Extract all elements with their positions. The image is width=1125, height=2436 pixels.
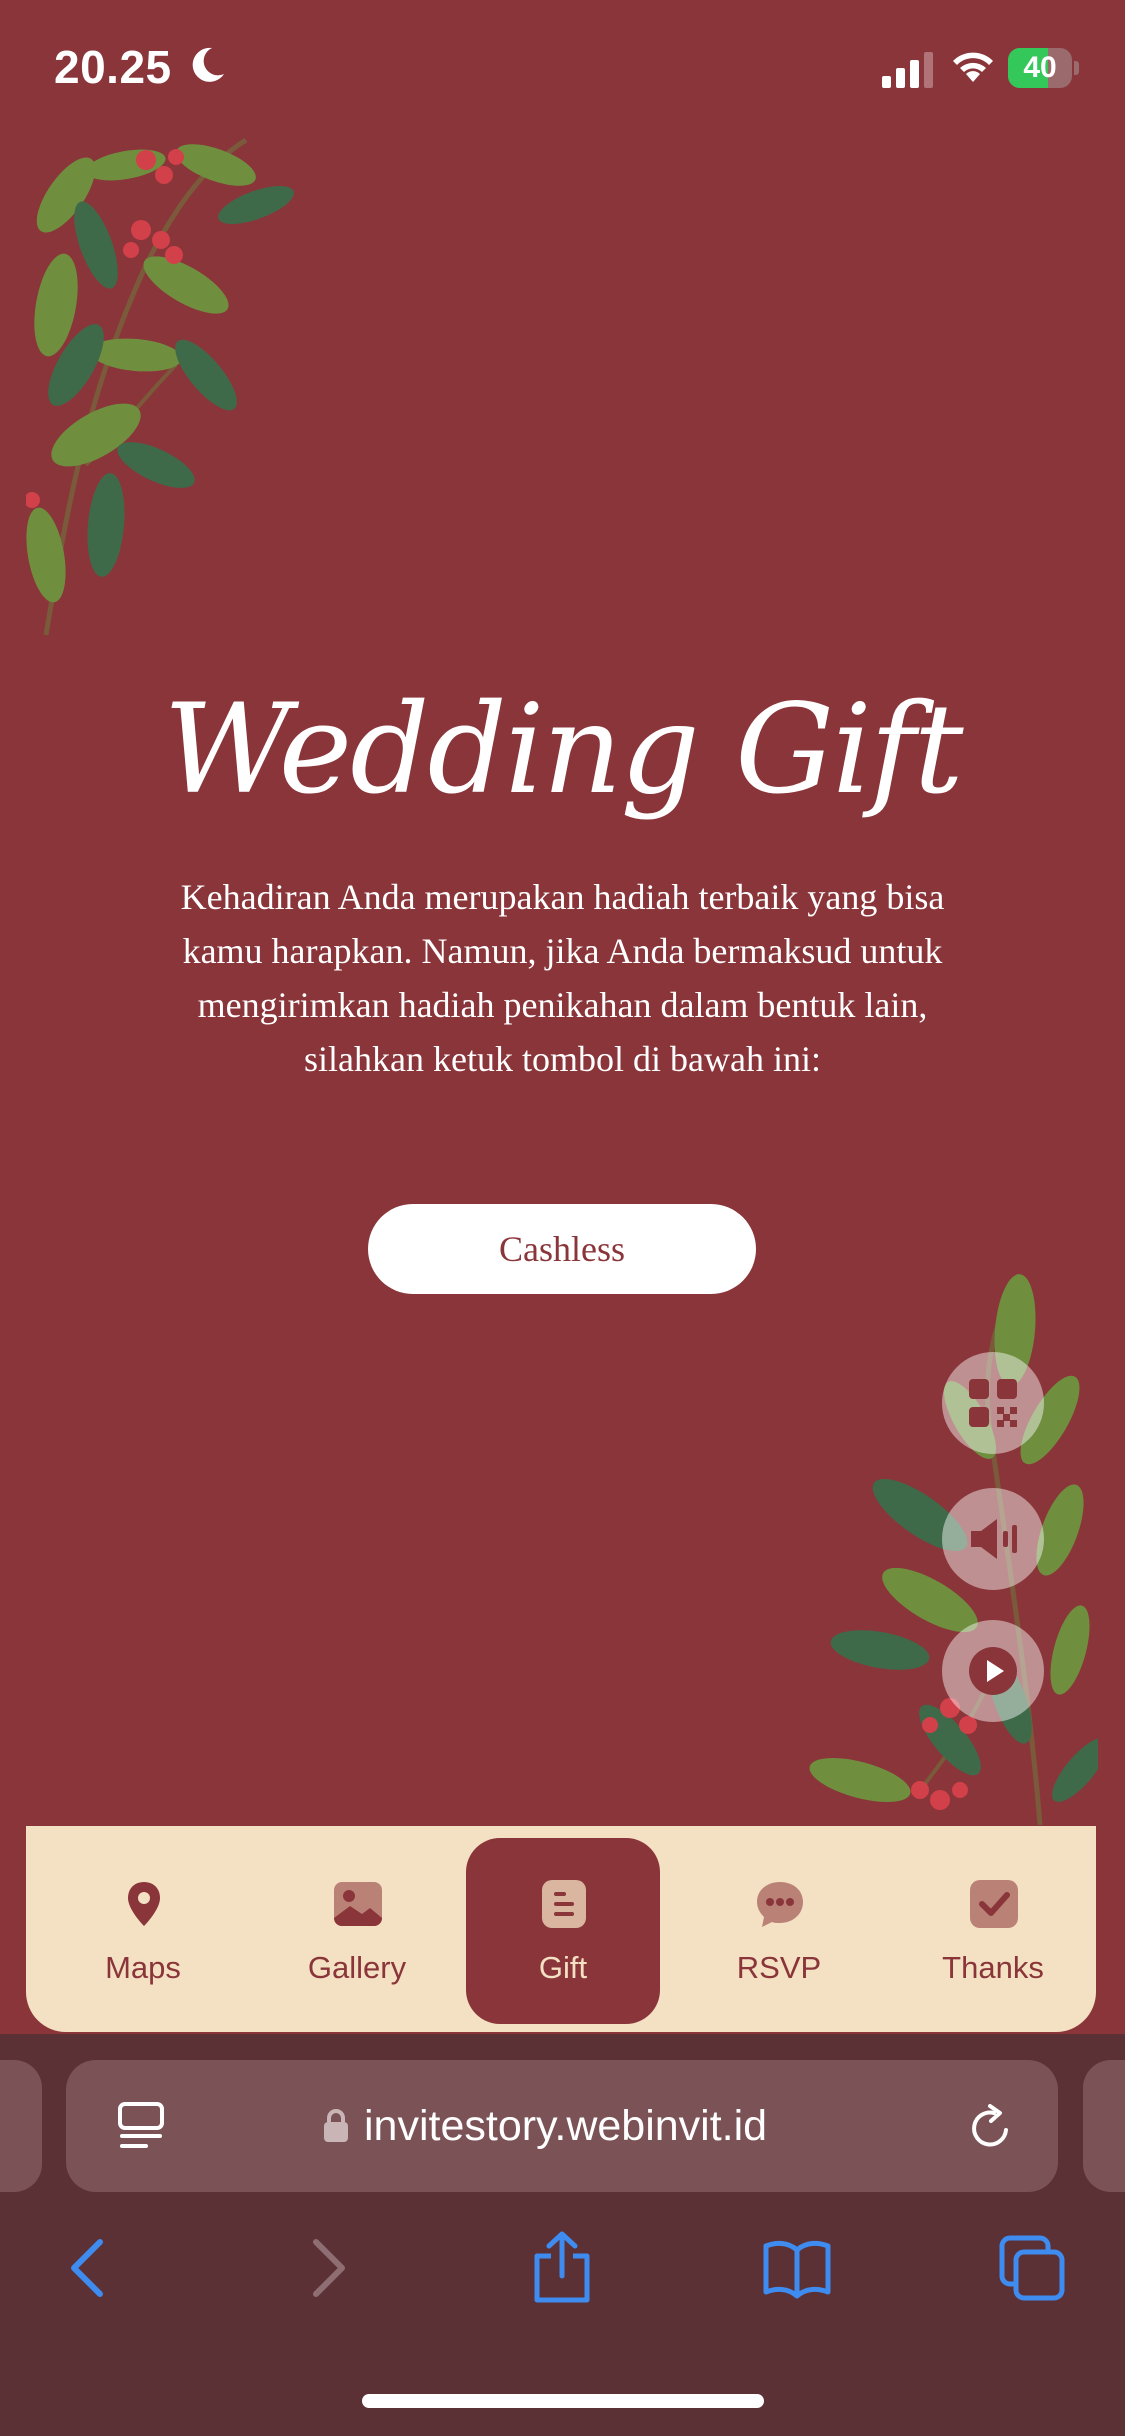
next-tab-preview[interactable] bbox=[1083, 2060, 1125, 2192]
back-icon bbox=[71, 2239, 103, 2297]
back-button[interactable] bbox=[52, 2230, 122, 2306]
share-button[interactable] bbox=[527, 2230, 597, 2306]
bookmarks-button[interactable] bbox=[762, 2230, 832, 2306]
forward-button[interactable] bbox=[294, 2230, 364, 2306]
forward-icon bbox=[313, 2239, 345, 2297]
page-title: Wedding Gift bbox=[163, 678, 963, 822]
address-bar[interactable]: invitestory.webinvit.id bbox=[66, 2060, 1058, 2192]
nav-item-rsvp[interactable]: RSVP bbox=[682, 1838, 876, 2024]
chat-bubble-icon bbox=[757, 1882, 803, 1927]
nav-item-gallery[interactable]: Gallery bbox=[260, 1838, 454, 2024]
status-bar: 20.25 40 bbox=[0, 0, 1125, 135]
qr-code-icon bbox=[969, 1379, 1017, 1427]
qr-code-button[interactable] bbox=[942, 1352, 1044, 1454]
nav-label-thanks: Thanks bbox=[942, 1950, 1044, 1985]
checkbox-icon bbox=[970, 1880, 1018, 1928]
play-icon bbox=[969, 1647, 1017, 1695]
url-text: invitestory.webinvit.id bbox=[364, 2102, 768, 2150]
browser-chrome: invitestory.webinvit.id bbox=[0, 2034, 1125, 2436]
document-icon bbox=[542, 1880, 586, 1928]
status-time: 20.25 bbox=[54, 41, 172, 93]
foliage-decoration-top bbox=[26, 137, 294, 636]
nav-label-maps: Maps bbox=[105, 1950, 181, 1985]
gift-description: Kehadiran Anda merupakan hadiah terbaik … bbox=[180, 877, 945, 1079]
map-pin-icon bbox=[128, 1882, 160, 1926]
nav-label-rsvp: RSVP bbox=[736, 1950, 822, 1985]
battery-level: 40 bbox=[1023, 51, 1057, 84]
bottom-navigation: Maps Gallery Gift RSVP Thanks bbox=[26, 1826, 1096, 2032]
battery-indicator: 40 bbox=[1008, 48, 1079, 88]
audio-toggle-button[interactable] bbox=[942, 1488, 1044, 1590]
nav-label-gallery: Gallery bbox=[307, 1950, 407, 1985]
tabs-icon bbox=[999, 2235, 1065, 2301]
nav-label-gift: Gift bbox=[538, 1950, 588, 1985]
play-button[interactable] bbox=[942, 1620, 1044, 1722]
previous-tab-preview[interactable] bbox=[0, 2060, 42, 2192]
share-icon bbox=[534, 2231, 590, 2303]
nav-item-gift[interactable]: Gift bbox=[466, 1838, 660, 2024]
nav-item-thanks[interactable]: Thanks bbox=[896, 1838, 1090, 2024]
nav-item-maps[interactable]: Maps bbox=[46, 1838, 240, 2024]
signal-icon bbox=[882, 52, 933, 88]
cashless-button[interactable]: Cashless bbox=[368, 1204, 756, 1294]
reader-icon[interactable] bbox=[116, 2100, 166, 2152]
home-indicator[interactable] bbox=[362, 2394, 764, 2408]
image-icon bbox=[334, 1882, 382, 1926]
tabs-button[interactable] bbox=[998, 2230, 1068, 2306]
wifi-icon bbox=[953, 52, 993, 82]
moon-icon bbox=[192, 47, 224, 82]
reload-icon[interactable] bbox=[964, 2102, 1016, 2154]
speaker-icon bbox=[971, 1519, 1017, 1559]
bookmarks-icon bbox=[763, 2240, 831, 2299]
lock-icon bbox=[324, 2109, 348, 2142]
